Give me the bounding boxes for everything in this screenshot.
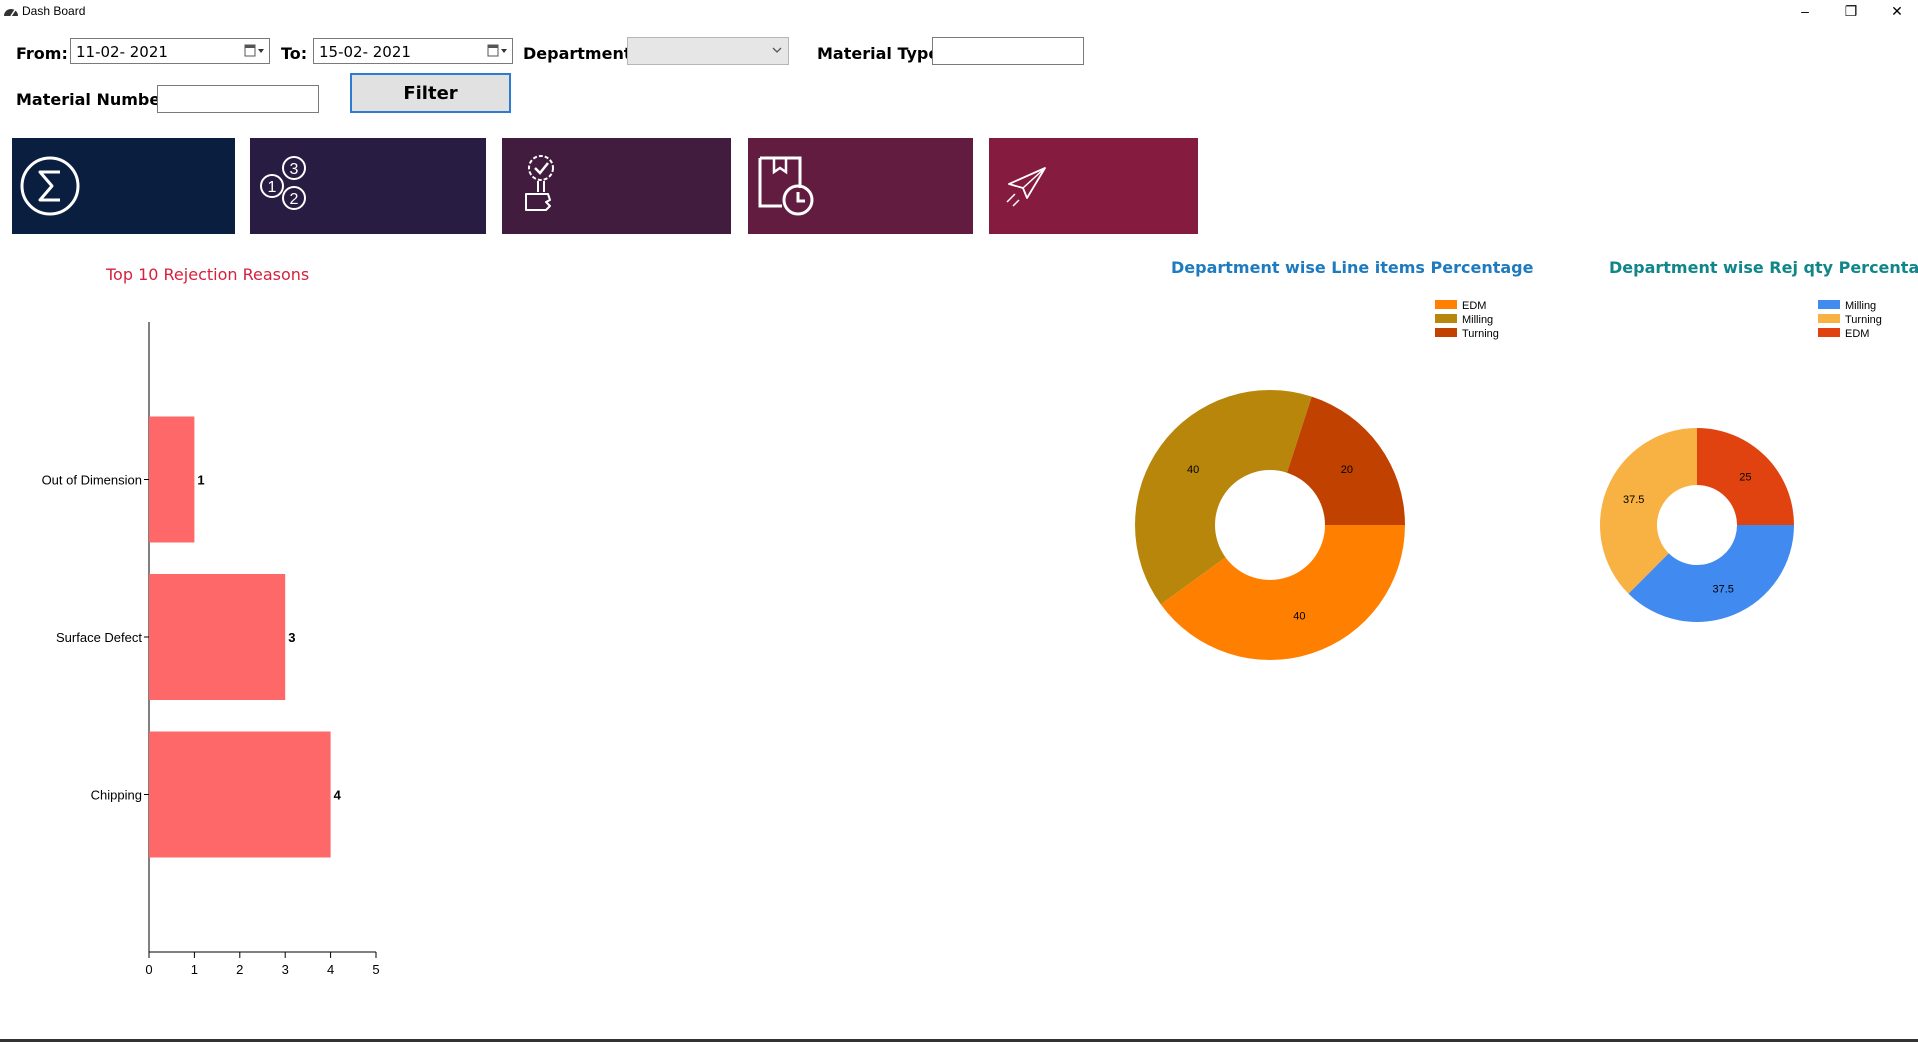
department-label: Department:	[523, 44, 638, 63]
legend-swatch	[1435, 314, 1457, 323]
calendar-dropdown-icon[interactable]	[487, 44, 509, 58]
bar	[149, 731, 331, 858]
legend-label: Milling	[1462, 314, 1493, 326]
rejection-chart-title: Top 10 Rejection Reasons	[106, 265, 310, 284]
paper-plane-icon	[1006, 167, 1046, 207]
legend-label: EDM	[1462, 300, 1486, 312]
x-tick-label: 1	[191, 962, 198, 977]
to-date-picker[interactable]: 15-02- 2021	[313, 38, 513, 64]
x-tick-label: 5	[372, 962, 379, 977]
kpi-tile-dispatched[interactable]	[989, 138, 1198, 234]
slice-label: 37.5	[1623, 494, 1644, 506]
slice-label: 25	[1739, 472, 1751, 484]
from-label: From:	[16, 44, 68, 63]
sigma-icon	[20, 156, 80, 216]
legend-label: Turning	[1462, 328, 1499, 340]
rej-qty-donut-chart: 37.5 37.5 25 Milling Turning EDM	[1600, 300, 1882, 622]
material-number-input[interactable]	[157, 85, 319, 113]
legend-swatch	[1435, 328, 1457, 337]
bar	[149, 574, 286, 700]
from-date-picker[interactable]: 11-02- 2021	[70, 38, 270, 64]
slice-label: 37.5	[1713, 583, 1734, 595]
legend-swatch	[1818, 328, 1840, 337]
slice-label: 40	[1293, 610, 1305, 622]
to-date-value: 15-02- 2021	[319, 43, 411, 61]
material-type-input[interactable]	[932, 37, 1084, 65]
data-label: 1	[197, 473, 204, 488]
svg-text:1: 1	[268, 179, 277, 196]
minimize-button[interactable]: –	[1782, 0, 1828, 22]
line-items-donut-chart: 40 40 20 EDM Milling Turning	[1135, 300, 1499, 660]
calendar-dropdown-icon[interactable]	[244, 44, 266, 58]
y-tick-label: Out of Dimension	[42, 473, 142, 488]
book-clock-icon	[758, 156, 814, 216]
kpi-tile-counts[interactable]: 3 1 2	[250, 138, 486, 234]
legend-label: Turning	[1845, 314, 1882, 326]
kpi-tile-approved[interactable]	[502, 138, 731, 234]
legend-swatch	[1818, 314, 1840, 323]
data-label: 4	[334, 788, 342, 803]
legend-label: Milling	[1845, 300, 1876, 312]
restore-button[interactable]: ❐	[1828, 0, 1874, 22]
kpi-tile-pending[interactable]	[748, 138, 973, 234]
rej-qty-chart-title: Department wise Rej qty Percentage	[1609, 258, 1918, 277]
legend-swatch	[1818, 300, 1840, 309]
app-icon	[4, 9, 18, 17]
x-tick-label: 4	[327, 962, 334, 977]
rejection-bar-chart: 0 1 2 3 4 5 Out of Dimension 1 Surface Defect 3 Ch…	[42, 322, 380, 977]
x-tick-label: 3	[282, 962, 289, 977]
slice-label: 40	[1187, 464, 1199, 476]
y-tick-label: Surface Defect	[56, 630, 142, 645]
material-type-label: Material Type:	[817, 44, 946, 63]
data-label: 3	[288, 630, 295, 645]
x-tick-label: 0	[145, 962, 152, 977]
legend-label: EDM	[1845, 328, 1869, 340]
x-tick-label: 2	[236, 962, 243, 977]
svg-text:2: 2	[290, 191, 299, 208]
numbered-bubbles-icon: 3 1 2	[260, 156, 306, 210]
to-label: To:	[281, 44, 308, 63]
department-select[interactable]	[627, 37, 789, 65]
approval-hand-icon	[525, 155, 554, 211]
slice-label: 20	[1341, 464, 1353, 476]
chevron-down-icon	[772, 47, 782, 53]
y-tick-label: Chipping	[91, 788, 142, 803]
window-titlebar: Dash Board – ❐ ✕	[0, 0, 1918, 22]
kpi-tile-total[interactable]	[12, 138, 235, 234]
from-date-value: 11-02- 2021	[76, 43, 168, 61]
close-button[interactable]: ✕	[1874, 0, 1918, 22]
legend-swatch	[1435, 300, 1457, 309]
line-items-chart-title: Department wise Line items Percentage	[1171, 258, 1534, 277]
filter-button[interactable]: Filter	[350, 73, 511, 113]
material-number-label: Material Number:	[16, 90, 175, 109]
svg-text:3: 3	[290, 161, 299, 178]
bar	[149, 416, 195, 543]
window-title: Dash Board	[22, 4, 86, 18]
